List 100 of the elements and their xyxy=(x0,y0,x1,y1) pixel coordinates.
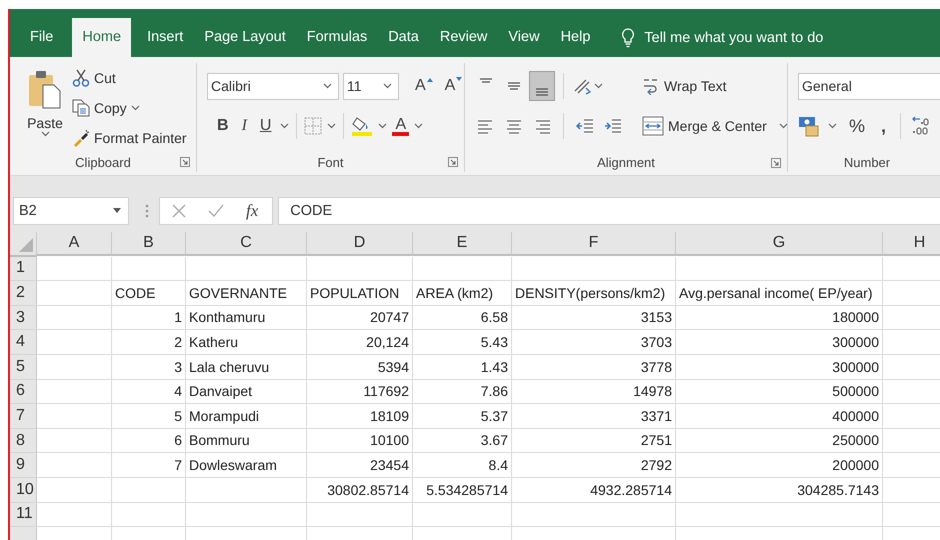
ribbon-tab[interactable]: Review xyxy=(432,18,496,57)
dialog-launcher-icon[interactable] xyxy=(771,158,781,168)
font-size-field[interactable]: 11 xyxy=(343,72,399,100)
ribbon-tab[interactable]: Insert xyxy=(139,18,192,57)
sheet-cell: Bommuru xyxy=(186,428,307,454)
column-header[interactable]: D xyxy=(307,232,413,256)
paste-button[interactable]: Paste xyxy=(22,67,68,152)
grow-font-button[interactable]: A xyxy=(411,77,437,95)
copy-button[interactable]: Copy xyxy=(72,97,187,118)
sheet-cell: 3371 xyxy=(512,404,676,429)
sheet-cell: 400000 xyxy=(676,404,883,429)
ribbon-tab[interactable]: Formulas xyxy=(298,18,376,57)
row-header[interactable]: 6 xyxy=(10,380,37,404)
bold-button[interactable]: B xyxy=(213,117,233,135)
align-right-icon[interactable] xyxy=(533,118,551,134)
sheet-cell: 7 xyxy=(112,453,186,478)
sheet-cell: 117692 xyxy=(307,380,413,404)
sheet-cell: 3.67 xyxy=(413,428,512,454)
shrink-font-button[interactable]: A xyxy=(440,77,466,95)
ribbon-tab[interactable]: Data xyxy=(380,18,427,57)
align-center-icon[interactable] xyxy=(505,118,523,134)
vertical-align-button[interactable] xyxy=(529,71,555,101)
sheet-cell: 8.4 xyxy=(413,453,512,478)
sheet-cell: 1.43 xyxy=(413,354,512,380)
align-top-icon xyxy=(479,78,493,82)
caret-icon[interactable] xyxy=(130,104,140,110)
align-bottom-icon xyxy=(535,88,549,96)
comma-style-button[interactable]: , xyxy=(877,116,890,136)
enter-check-icon[interactable] xyxy=(208,204,224,218)
currency-icon[interactable] xyxy=(798,115,820,137)
sheet-cell: 300000 xyxy=(676,354,883,380)
caret-icon[interactable] xyxy=(414,123,424,129)
underline-button[interactable]: U xyxy=(256,117,276,135)
sheet-cell: Dowleswaram xyxy=(186,453,307,478)
name-box[interactable]: B2 xyxy=(13,196,129,224)
caret-icon[interactable] xyxy=(594,83,603,89)
caret-icon[interactable] xyxy=(327,123,336,129)
wrap-text-button[interactable]: Wrap Text xyxy=(642,76,727,96)
formula-field[interactable]: CODE xyxy=(278,196,940,224)
row-header[interactable]: 7 xyxy=(10,404,37,429)
percent-button[interactable]: % xyxy=(845,116,870,136)
dialog-launcher-icon[interactable] xyxy=(180,157,190,167)
decrease-indent-icon[interactable] xyxy=(576,118,594,134)
drag-handle-icon[interactable] xyxy=(145,204,149,218)
row-header[interactable]: 9 xyxy=(10,453,37,478)
column-header[interactable]: G xyxy=(676,232,883,256)
lightbulb-icon[interactable] xyxy=(621,28,636,48)
column-header[interactable]: E xyxy=(413,232,512,256)
ribbon-tab[interactable]: Page Layout xyxy=(196,18,294,57)
group-label: Alignment xyxy=(597,155,655,170)
ribbon-tab[interactable]: Help xyxy=(552,18,598,57)
dialog-launcher-icon[interactable] xyxy=(448,157,458,167)
caret-icon[interactable] xyxy=(378,123,388,129)
font-color-button[interactable]: A xyxy=(392,116,410,136)
row-header[interactable]: 11 xyxy=(10,502,37,528)
increase-decimal-icon[interactable] xyxy=(911,116,932,136)
sheet-cell: 6 xyxy=(112,428,186,454)
row-header[interactable]: 8 xyxy=(10,428,37,454)
caret-icon[interactable] xyxy=(778,123,788,129)
sheet-cell: 5.37 xyxy=(413,404,512,429)
sheet-cell: 5.534285714 xyxy=(413,478,512,503)
format-painter-button[interactable]: Format Painter xyxy=(72,127,187,148)
row-header[interactable]: 2 xyxy=(10,281,37,306)
align-left-icon[interactable] xyxy=(477,118,495,134)
sheet-cell: 18109 xyxy=(307,404,413,429)
sheet-cell: Katheru xyxy=(186,330,307,355)
sheet-cell: 5.43 xyxy=(413,330,512,355)
row-header[interactable]: 10 xyxy=(10,478,37,503)
sheet-cell: AREA (km2) xyxy=(413,281,512,306)
tell-me-search[interactable]: Tell me what you want to do xyxy=(644,30,824,46)
sheet-cell: 20747 xyxy=(307,306,413,330)
column-header[interactable]: F xyxy=(512,232,676,256)
caret-icon[interactable] xyxy=(828,123,837,129)
sheet-cell: 3153 xyxy=(512,306,676,330)
ribbon-tab[interactable]: Home xyxy=(72,18,132,57)
column-header[interactable]: B xyxy=(112,232,186,256)
sheet-cell: 250000 xyxy=(676,428,883,454)
insert-function-button[interactable]: fx xyxy=(246,200,258,220)
row-header[interactable]: 4 xyxy=(10,330,37,355)
ribbon-tab[interactable]: View xyxy=(500,18,548,57)
italic-button[interactable]: I xyxy=(238,117,251,135)
column-header[interactable]: H xyxy=(883,232,940,256)
sheet-cell: 3778 xyxy=(512,354,676,380)
caret-icon[interactable] xyxy=(280,123,290,129)
number-format-field[interactable]: General xyxy=(798,72,940,100)
column-header[interactable]: C xyxy=(186,232,307,256)
merge-center-button[interactable]: Merge & Center xyxy=(642,116,788,136)
row-header[interactable]: 1 xyxy=(10,256,37,282)
group-label: Number xyxy=(844,154,890,170)
column-header[interactable]: A xyxy=(37,232,112,256)
ribbon-tab[interactable]: File xyxy=(22,18,62,57)
group-label: Clipboard xyxy=(75,154,131,170)
cut-button[interactable]: Cut xyxy=(72,67,187,88)
font-name-field[interactable]: Calibri xyxy=(207,72,339,100)
row-header[interactable]: 5 xyxy=(10,354,37,380)
increase-indent-icon[interactable] xyxy=(604,118,622,134)
sheet-cell: 23454 xyxy=(307,453,413,478)
row-header[interactable]: 3 xyxy=(10,306,37,330)
wrap-text-icon xyxy=(642,77,660,95)
fill-color-icon[interactable] xyxy=(351,115,374,137)
